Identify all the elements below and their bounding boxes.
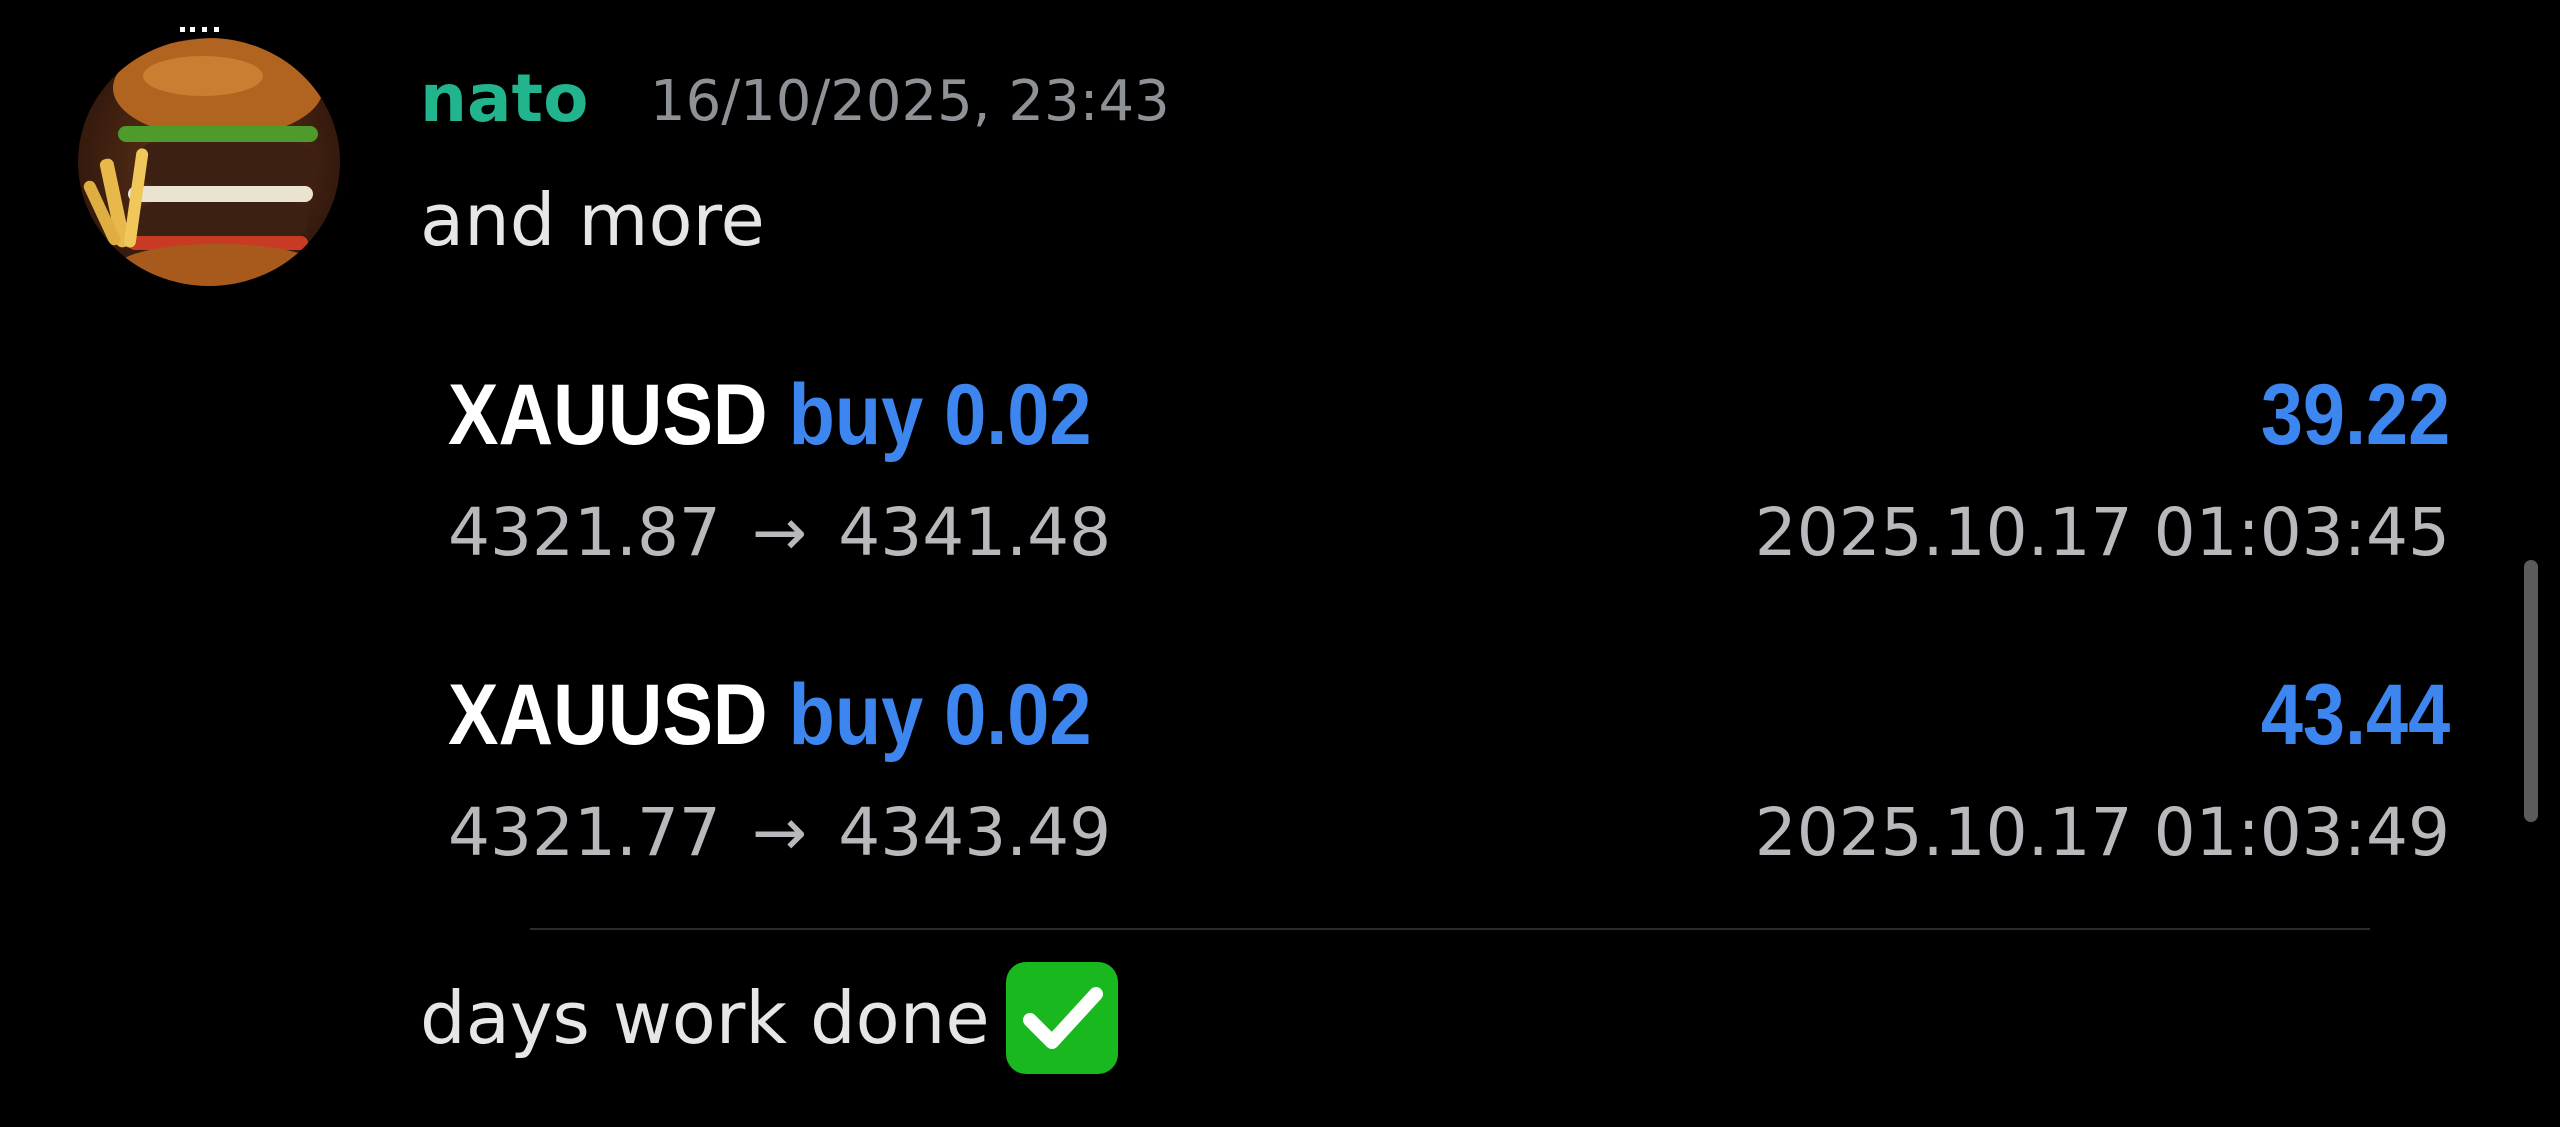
- open-price: 4321.87: [448, 494, 721, 571]
- close-price: 4343.49: [838, 794, 1112, 871]
- burger-avatar-image: [78, 38, 340, 286]
- trade-side-volume: buy 0.02: [788, 667, 1092, 763]
- trade-prices: 4321.87 → 4341.48: [448, 488, 1111, 578]
- message-text-line-1: and more: [420, 178, 765, 262]
- white-check-mark-icon: [1005, 962, 1118, 1074]
- status-dots: [176, 18, 240, 32]
- trade-symbol: XAUUSD: [448, 367, 768, 463]
- trade-title: XAUUSD buy 0.02: [448, 660, 1091, 770]
- trade-card: XAUUSD buy 0.02 39.22 4321.87 → 4341.48 …: [420, 360, 2450, 650]
- open-price: 4321.77: [448, 794, 721, 871]
- message-timestamp: 16/10/2025, 23:43: [650, 69, 1170, 134]
- scrollbar[interactable]: [2524, 560, 2538, 822]
- trade-profit: 39.22: [2260, 367, 2450, 463]
- divider: [530, 928, 2370, 930]
- arrow-right-icon: →: [751, 794, 808, 871]
- trade-side-volume: buy 0.02: [788, 367, 1092, 463]
- trade-close-time: 2025.10.17 01:03:49: [1754, 794, 2450, 871]
- trade-title: XAUUSD buy 0.02: [448, 360, 1091, 470]
- trade-close-time: 2025.10.17 01:03:45: [1754, 494, 2450, 571]
- message-text: days work done: [420, 976, 990, 1060]
- trade-symbol: XAUUSD: [448, 667, 768, 763]
- message-text-line-2: days work done: [420, 962, 1118, 1074]
- trade-profit: 43.44: [2260, 667, 2450, 763]
- close-price: 4341.48: [838, 494, 1112, 571]
- trade-prices: 4321.77 → 4343.49: [448, 788, 1111, 878]
- message-author[interactable]: nato: [420, 54, 588, 144]
- trade-card: XAUUSD buy 0.02 43.44 4321.77 → 4343.49 …: [420, 660, 2450, 950]
- avatar[interactable]: [78, 38, 340, 286]
- arrow-right-icon: →: [751, 494, 808, 571]
